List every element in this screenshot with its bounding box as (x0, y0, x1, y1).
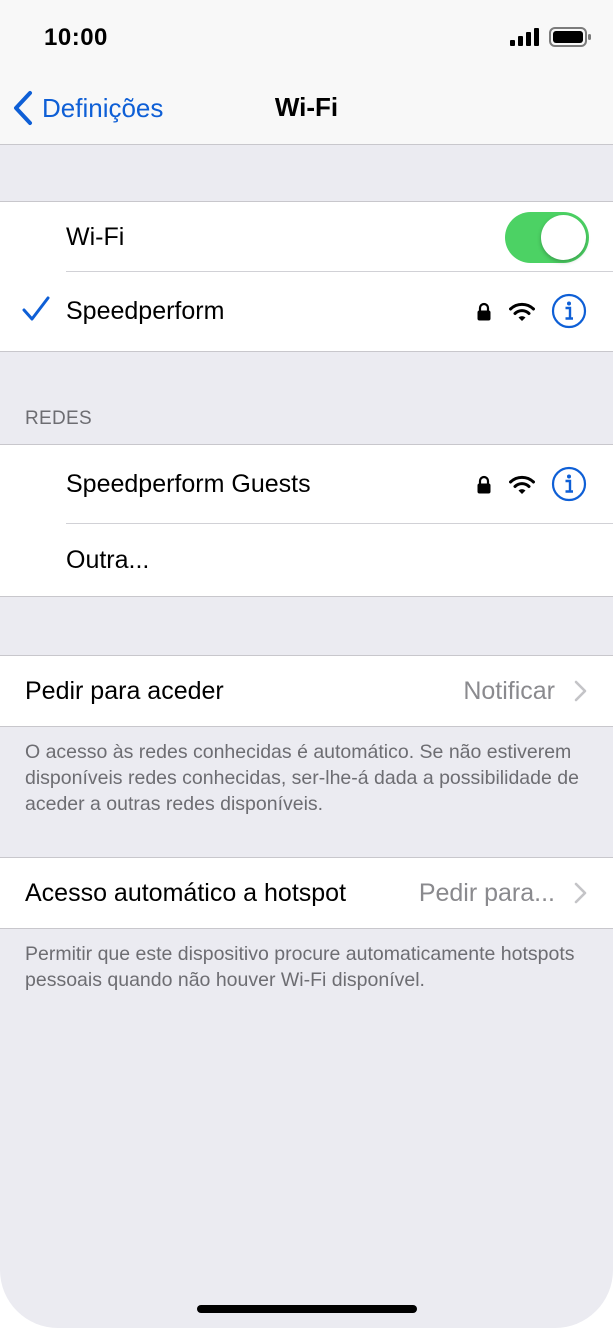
status-bar: 10:00 (0, 0, 613, 72)
connected-network-row[interactable]: Speedperform (0, 272, 613, 351)
networks-group: Speedperform Guests Outra... (0, 444, 613, 597)
ask-to-join-row[interactable]: Pedir para aceder Notificar (0, 656, 613, 726)
hotspot-footer: Permitir que este dispositivo procure au… (25, 943, 575, 991)
other-network-row[interactable]: Outra... (0, 524, 613, 596)
wifi-toggle-label: Wi-Fi (66, 222, 125, 251)
battery-icon (549, 27, 591, 47)
wifi-icon (509, 475, 535, 494)
lock-icon (477, 302, 491, 321)
hotspot-group: Acesso automático a hotspot Pedir para..… (0, 857, 613, 929)
page-title: Wi-Fi (274, 92, 339, 122)
info-icon[interactable] (551, 466, 587, 502)
ask-to-join-group: Pedir para aceder Notificar (0, 655, 613, 727)
status-time: 10:00 (44, 24, 108, 51)
checkmark-icon (22, 296, 50, 321)
ask-to-join-footer: O acesso às redes conhecidas é automátic… (25, 741, 579, 815)
chevron-right-icon (574, 882, 587, 904)
toggle-knob (541, 215, 586, 260)
chevron-right-icon (574, 680, 587, 702)
wifi-group: Wi-Fi Speedperform (0, 201, 613, 352)
wifi-toggle-row: Wi-Fi (0, 202, 613, 272)
wifi-icon (509, 302, 535, 321)
home-indicator[interactable] (197, 1305, 417, 1313)
navigation-bar: Definições Wi-Fi (0, 72, 613, 145)
hotspot-value: Pedir para... (418, 878, 555, 907)
cellular-signal-icon (510, 28, 539, 46)
hotspot-label: Acesso automático a hotspot (25, 878, 347, 907)
wifi-toggle[interactable] (505, 212, 589, 263)
networks-section-header: REDES (25, 408, 92, 429)
info-icon[interactable] (551, 293, 587, 329)
other-network-label: Outra... (66, 545, 150, 574)
screen: 10:00 Definições Wi-Fi Wi-Fi Speedperfor… (0, 0, 613, 1328)
network-row[interactable]: Speedperform Guests (0, 445, 613, 524)
ask-to-join-value: Notificar (463, 676, 555, 705)
hotspot-row[interactable]: Acesso automático a hotspot Pedir para..… (0, 858, 613, 928)
network-name: Speedperform Guests (66, 470, 311, 498)
connected-network-name: Speedperform (66, 297, 225, 325)
lock-icon (477, 475, 491, 494)
ask-to-join-label: Pedir para aceder (25, 676, 224, 705)
